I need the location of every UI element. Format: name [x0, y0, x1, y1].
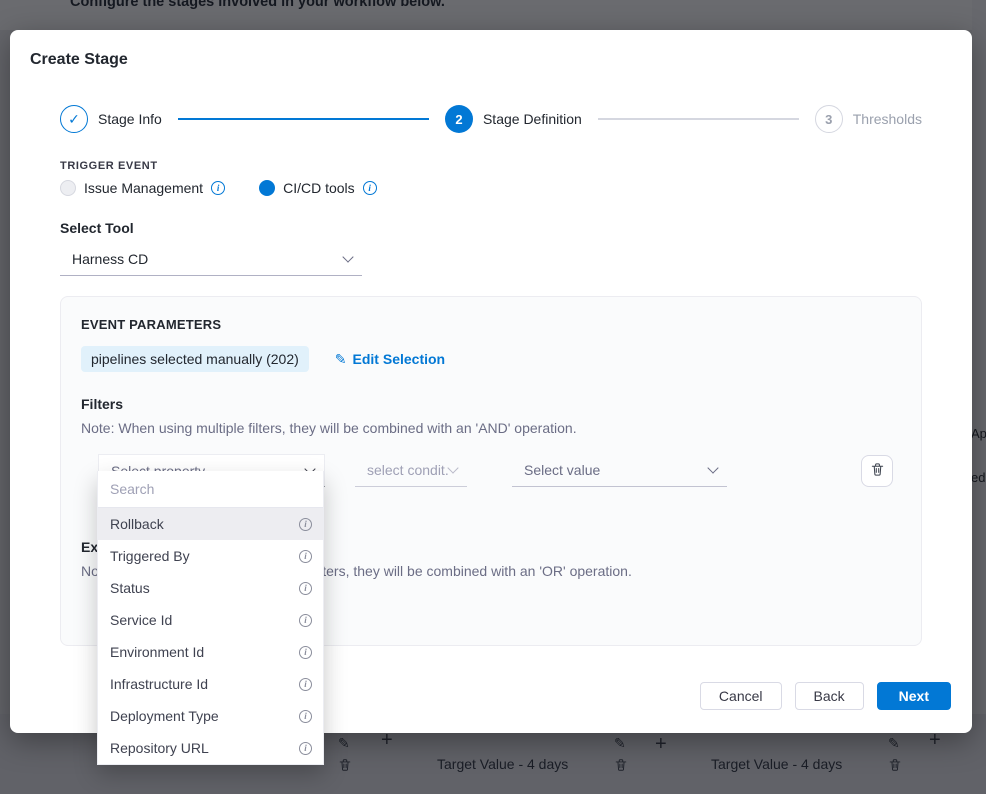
step-label: Thresholds [853, 111, 922, 127]
menu-item-status[interactable]: Status i [98, 572, 323, 604]
property-dropdown-menu: Rollback i Triggered By i Status i Servi… [97, 471, 324, 765]
info-icon[interactable]: i [299, 742, 312, 755]
radio-label: Issue Management [84, 180, 203, 196]
next-button[interactable]: Next [877, 682, 951, 710]
menu-item-label: Infrastructure Id [110, 676, 208, 692]
create-stage-modal: Create Stage ✓ Stage Info 2 Stage Defini… [10, 30, 972, 733]
menu-item-label: Repository URL [110, 740, 209, 756]
modal-footer: Cancel Back Next [700, 682, 951, 710]
menu-item-environment-id[interactable]: Environment Id i [98, 636, 323, 668]
back-button[interactable]: Back [795, 682, 864, 710]
info-icon[interactable]: i [299, 518, 312, 531]
step-thresholds[interactable]: 3 Thresholds [815, 105, 922, 133]
value-dropdown[interactable]: Select value [512, 454, 727, 487]
stepper: ✓ Stage Info 2 Stage Definition 3 Thresh… [60, 104, 922, 134]
step-number: 3 [815, 105, 843, 133]
chevron-down-icon [707, 462, 718, 473]
cancel-button[interactable]: Cancel [700, 682, 782, 710]
radio-selected[interactable] [259, 180, 275, 196]
step-label: Stage Info [98, 111, 162, 127]
info-icon[interactable]: i [363, 181, 377, 195]
menu-search [98, 471, 323, 508]
event-parameters-title: EVENT PARAMETERS [81, 317, 901, 332]
menu-search-input[interactable] [98, 471, 323, 507]
menu-item-service-id[interactable]: Service Id i [98, 604, 323, 636]
radio-issue-management[interactable]: Issue Management i [60, 180, 225, 196]
select-tool-label: Select Tool [60, 220, 134, 236]
value-dropdown-placeholder: Select value [524, 462, 600, 478]
info-icon[interactable]: i [211, 181, 225, 195]
info-icon[interactable]: i [299, 582, 312, 595]
step-number: 2 [445, 105, 473, 133]
menu-item-label: Triggered By [110, 548, 190, 564]
menu-item-label: Environment Id [110, 644, 204, 660]
step-label: Stage Definition [483, 111, 582, 127]
info-icon[interactable]: i [299, 710, 312, 723]
chevron-down-icon [342, 251, 353, 262]
delete-filter-button[interactable] [861, 455, 893, 487]
radio-cicd-tools[interactable]: CI/CD tools i [259, 180, 377, 196]
info-icon[interactable]: i [299, 550, 312, 563]
info-icon[interactable]: i [299, 678, 312, 691]
tool-dropdown-value: Harness CD [72, 251, 148, 267]
stepper-connector [178, 118, 429, 120]
menu-item-deployment-type[interactable]: Deployment Type i [98, 700, 323, 732]
trigger-event-label: TRIGGER EVENT [60, 160, 158, 172]
condition-dropdown[interactable]: select condit... [355, 454, 467, 487]
info-icon[interactable]: i [299, 614, 312, 627]
edit-selection-link[interactable]: ✎ Edit Selection [335, 351, 445, 368]
info-icon[interactable]: i [299, 646, 312, 659]
pipelines-selected-chip: pipelines selected manually (202) [81, 346, 309, 372]
tool-dropdown[interactable]: Harness CD [60, 243, 362, 276]
edit-icon: ✎ [335, 351, 347, 368]
check-icon: ✓ [60, 105, 88, 133]
menu-item-label: Rollback [110, 516, 164, 532]
edit-selection-label: Edit Selection [353, 351, 446, 367]
menu-item-label: Status [110, 580, 150, 596]
radio-unselected[interactable] [60, 180, 76, 196]
menu-item-rollback[interactable]: Rollback i [98, 508, 323, 540]
screen: Configure the stages involved in your wo… [0, 0, 986, 794]
filters-note: Note: When using multiple filters, they … [81, 420, 901, 436]
menu-item-repository-url[interactable]: Repository URL i [98, 732, 323, 764]
trash-icon [870, 462, 885, 480]
chevron-down-icon [447, 462, 458, 473]
radio-label: CI/CD tools [283, 180, 355, 196]
menu-item-triggered-by[interactable]: Triggered By i [98, 540, 323, 572]
filters-title: Filters [81, 396, 901, 412]
stepper-connector [598, 118, 799, 120]
step-stage-definition[interactable]: 2 Stage Definition [445, 105, 582, 133]
condition-dropdown-placeholder: select condit... [367, 462, 449, 478]
modal-title: Create Stage [30, 51, 128, 69]
trigger-event-options: Issue Management i CI/CD tools i [60, 180, 377, 196]
menu-item-label: Service Id [110, 612, 172, 628]
step-stage-info[interactable]: ✓ Stage Info [60, 105, 162, 133]
menu-item-infrastructure-id[interactable]: Infrastructure Id i [98, 668, 323, 700]
menu-item-label: Deployment Type [110, 708, 219, 724]
